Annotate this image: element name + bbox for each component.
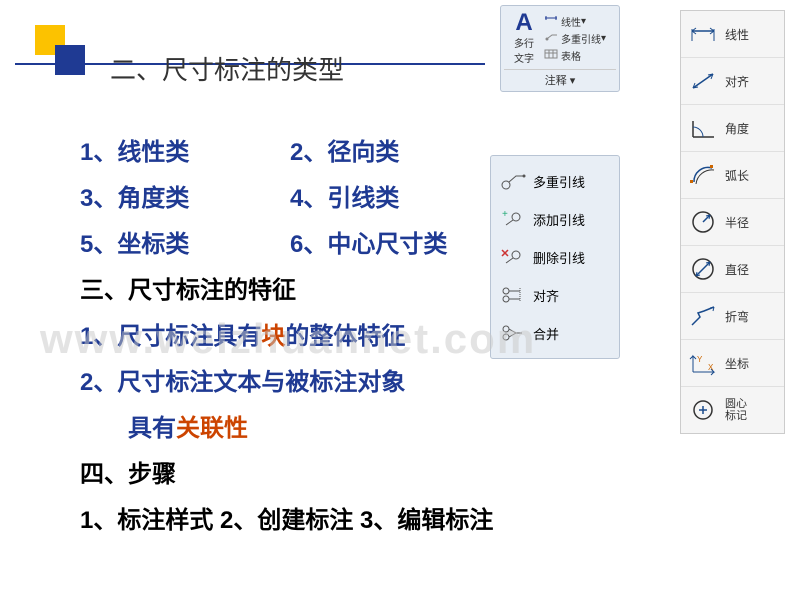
section-4-title: 四、步骤 (80, 452, 493, 498)
dim-jogged-button[interactable]: 折弯 (681, 293, 784, 340)
collect-leader-button[interactable]: 合并 (495, 314, 615, 352)
dim-arc-icon (687, 160, 719, 190)
ribbon-linear-button[interactable]: 线性 ▾ (544, 13, 616, 30)
dim-center-label: 圆心标记 (725, 398, 747, 422)
dim-aligned-icon (687, 66, 719, 96)
mtext-label-2: 文字 (514, 50, 534, 65)
dim-radius-icon (687, 207, 719, 237)
mleader-icon (544, 32, 558, 44)
dim-diameter-icon (687, 254, 719, 284)
type-item-2: 2、径向类 (290, 130, 399, 176)
content-area: 1、线性类 2、径向类 3、角度类 4、引线类 5、坐标类 6、中心尺寸类 三、… (80, 130, 493, 544)
type-item-6: 6、中心尺寸类 (290, 222, 447, 268)
dim-center-button[interactable]: 圆心标记 (681, 387, 784, 433)
remove-leader-label: 删除引线 (533, 248, 585, 267)
ribbon-table-button[interactable]: 表格 (544, 47, 616, 64)
letter-a-icon: A (515, 11, 532, 35)
dimension-toolbar: 线性 对齐 角度 弧长 半径 (680, 10, 785, 434)
dim-angular-label: 角度 (725, 120, 749, 137)
mtext-button[interactable]: A 多行 文字 (504, 11, 544, 65)
type-item-1: 1、线性类 (80, 130, 290, 176)
feature2-line1: 2、尺寸标注文本与被标注对象 (80, 360, 493, 406)
dim-diameter-label: 直径 (725, 261, 749, 278)
linear-dim-icon (544, 15, 558, 27)
align-leader-label: 对齐 (533, 286, 559, 305)
type-item-3: 3、角度类 (80, 176, 290, 222)
dim-aligned-button[interactable]: 对齐 (681, 58, 784, 105)
dim-ordinate-button[interactable]: YX 坐标 (681, 340, 784, 387)
ribbon-mleader-button[interactable]: 多重引线 ▾ (544, 30, 616, 47)
leader-panel: 多重引线 + 添加引线 删除引线 对齐 合并 (490, 155, 620, 359)
main-title: 二、尺寸标注的类型 (110, 50, 344, 87)
section-3-title: 三、尺寸标注的特征 (80, 268, 493, 314)
dim-jogged-label: 折弯 (725, 308, 749, 325)
mleader-label: 多重引线 (533, 172, 585, 191)
dim-linear-button[interactable]: 线性 (681, 11, 784, 58)
add-leader-button[interactable]: + 添加引线 (495, 200, 615, 238)
dim-arc-label: 弧长 (725, 167, 749, 184)
remove-leader-button[interactable]: 删除引线 (495, 238, 615, 276)
dim-radius-button[interactable]: 半径 (681, 199, 784, 246)
type-item-5: 5、坐标类 (80, 222, 290, 268)
dim-angular-button[interactable]: 角度 (681, 105, 784, 152)
add-leader-icon: + (499, 208, 527, 230)
dim-jogged-icon (687, 301, 719, 331)
collect-leader-label: 合并 (533, 324, 559, 343)
dim-diameter-button[interactable]: 直径 (681, 246, 784, 293)
dim-aligned-label: 对齐 (725, 73, 749, 90)
dim-linear-label: 线性 (725, 26, 749, 43)
feature2-pre: 具有 (128, 415, 176, 442)
align-leader-icon (499, 284, 527, 306)
dim-arc-button[interactable]: 弧长 (681, 152, 784, 199)
title-decoration (35, 25, 85, 75)
ribbon-panel-title[interactable]: 注释 ▾ (504, 69, 616, 88)
dim-ordinate-icon: YX (687, 348, 719, 378)
mtext-label-1: 多行 (514, 35, 534, 50)
feature2-red: 关联性 (176, 415, 248, 442)
remove-leader-icon (499, 246, 527, 268)
dim-angular-icon (687, 113, 719, 143)
add-leader-label: 添加引线 (533, 210, 585, 229)
svg-text:+: + (502, 209, 508, 220)
dim-radius-label: 半径 (725, 214, 749, 231)
dim-linear-icon (687, 19, 719, 49)
dim-center-icon (687, 395, 719, 425)
steps-line: 1、标注样式 2、创建标注 3、编辑标注 (80, 498, 493, 544)
mleader-button[interactable]: 多重引线 (495, 162, 615, 200)
type-item-4: 4、引线类 (290, 176, 399, 222)
feature1-post: 的整体特征 (285, 323, 405, 350)
collect-leader-icon (499, 322, 527, 344)
ribbon-annotation-panel: A 多行 文字 线性 ▾ 多重引线 ▾ (500, 5, 620, 92)
feature1-red: 块 (261, 323, 285, 350)
dim-ordinate-label: 坐标 (725, 355, 749, 372)
table-icon (544, 49, 558, 61)
svg-text:Y: Y (697, 355, 703, 364)
feature1-pre: 1、尺寸标注具有 (80, 323, 261, 350)
mleader-icon (499, 170, 527, 192)
svg-text:X: X (708, 363, 714, 372)
align-leader-button[interactable]: 对齐 (495, 276, 615, 314)
